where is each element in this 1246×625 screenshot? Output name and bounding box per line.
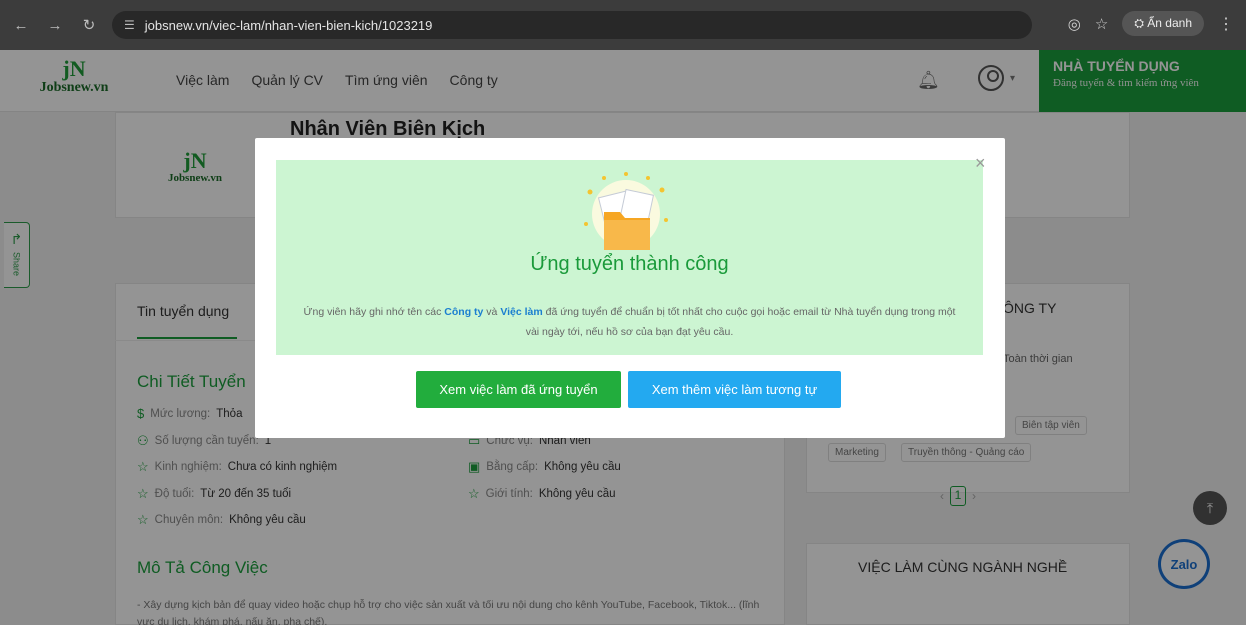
reload-icon[interactable]: ↻ bbox=[76, 12, 102, 38]
msg-part: Ứng viên hãy ghi nhớ tên các bbox=[303, 306, 445, 318]
menu-icon[interactable]: ⋮ bbox=[1218, 14, 1234, 34]
incognito-icon: ⛭ bbox=[1134, 16, 1148, 30]
msg-job-link[interactable]: Việc làm bbox=[500, 306, 542, 318]
star-icon[interactable]: ☆ bbox=[1095, 15, 1108, 33]
msg-part: đã ứng tuyển để chuẩn bị tốt nhất cho cu… bbox=[525, 306, 956, 338]
site-info-icon[interactable]: ☰ bbox=[124, 18, 135, 32]
incognito-label: Ẩn danh bbox=[1147, 16, 1192, 30]
incognito-badge[interactable]: ⛭ Ẩn danh bbox=[1122, 11, 1204, 36]
msg-company-link[interactable]: Công ty bbox=[444, 306, 483, 318]
eye-off-icon[interactable]: ◎ bbox=[1068, 15, 1081, 33]
back-icon[interactable]: ← bbox=[8, 12, 34, 38]
view-similar-jobs-button[interactable]: Xem thêm việc làm tương tự bbox=[628, 371, 841, 408]
success-title: Ứng tuyển thành công bbox=[530, 253, 729, 275]
msg-part: và bbox=[483, 306, 501, 318]
address-bar[interactable]: ☰ jobsnew.vn/viec-lam/nhan-vien-bien-kic… bbox=[112, 11, 1032, 39]
view-applied-jobs-button[interactable]: Xem việc làm đã ứng tuyển bbox=[416, 371, 621, 408]
folder-illustration bbox=[584, 172, 668, 250]
url-text: jobsnew.vn/viec-lam/nhan-vien-bien-kich/… bbox=[144, 17, 433, 33]
close-icon[interactable]: × bbox=[975, 153, 986, 174]
forward-icon[interactable]: → bbox=[42, 12, 68, 38]
success-message: Ứng viên hãy ghi nhớ tên các Công ty và … bbox=[296, 302, 963, 342]
browser-toolbar: ← → ↻ ☰ jobsnew.vn/viec-lam/nhan-vien-bi… bbox=[0, 0, 1246, 50]
